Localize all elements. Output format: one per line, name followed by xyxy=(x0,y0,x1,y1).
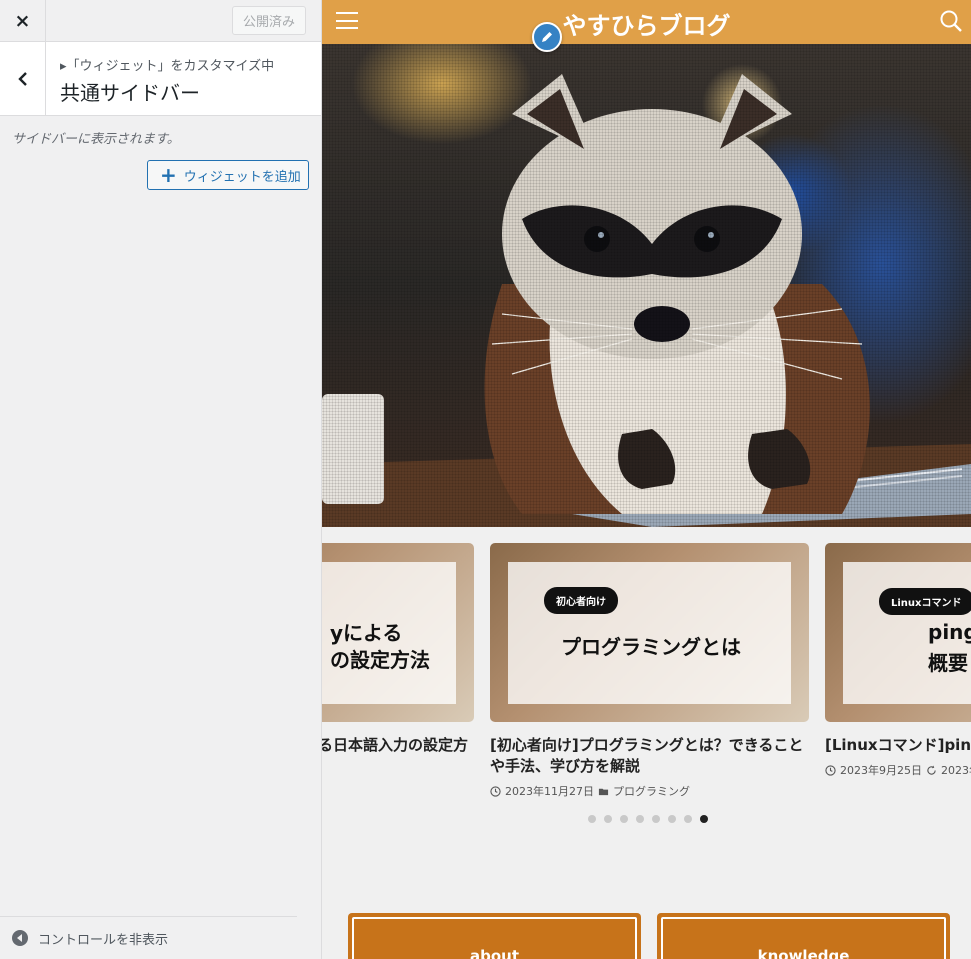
arrow-left-circle-icon xyxy=(12,930,28,946)
publish-button[interactable]: 公開済み xyxy=(232,6,306,35)
slider-dot[interactable] xyxy=(604,815,612,823)
section-title: 共通サイドバー xyxy=(60,81,200,105)
post-thumbnail[interactable]: yによる の設定方法 xyxy=(322,543,474,722)
thumb-text: プログラミングとは xyxy=(561,635,741,659)
post-title[interactable]: [Linuxコマンド]ping xyxy=(825,735,971,756)
post-thumbnail[interactable]: Linuxコマンド ping 概要 xyxy=(825,543,971,722)
slider-dot[interactable] xyxy=(668,815,676,823)
hide-controls-label: コントロールを非表示 xyxy=(38,932,169,948)
post-thumbnail[interactable]: 初心者向け プログラミングとは xyxy=(490,543,809,722)
site-title[interactable]: やすひらブログ xyxy=(322,6,971,41)
hero-image xyxy=(322,44,971,527)
slider-pagination xyxy=(588,815,708,823)
thumb-text-line2: の設定方法 xyxy=(330,648,430,672)
customizer-panel: × 公開済み ▸「ウィジェット」をカスタマイズ中 共通サイドバー サイドバーに表… xyxy=(0,0,322,959)
add-widget-button[interactable]: + ウィジェットを追加 xyxy=(147,160,309,190)
thumb-text-line2: 概要 xyxy=(928,651,968,675)
menu-box-label: knowledge xyxy=(757,947,850,959)
thumb-text-line1: ping xyxy=(928,620,971,644)
post-title[interactable]: [初心者向け]プログラミングとは？できることや手法、学び方を解説 xyxy=(490,735,810,777)
post-card[interactable]: yによる の設定方法 る日本語入力の設定方 xyxy=(322,543,475,756)
slider-dot[interactable] xyxy=(636,815,644,823)
category-tag: Linuxコマンド xyxy=(879,588,971,615)
section-description: サイドバーに表示されます。 xyxy=(12,132,180,147)
slider-dot[interactable] xyxy=(588,815,596,823)
menu-box-knowledge[interactable]: knowledge xyxy=(657,913,950,959)
slider-dot-active[interactable] xyxy=(700,815,708,823)
post-title[interactable]: る日本語入力の設定方 xyxy=(322,735,475,756)
site-header: やすひらブログ xyxy=(322,0,971,44)
post-card[interactable]: 初心者向け プログラミングとは [初心者向け]プログラミングとは？できることや手… xyxy=(490,543,810,799)
post-meta: 2023年9月25日 2023年 xyxy=(825,762,971,778)
pencil-icon xyxy=(542,32,552,42)
breadcrumb: ▸「ウィジェット」をカスタマイズ中 xyxy=(60,59,275,74)
slider-dot[interactable] xyxy=(652,815,660,823)
edit-shortcut-button[interactable] xyxy=(532,22,562,52)
hide-controls-button[interactable]: コントロールを非表示 xyxy=(0,916,297,959)
close-customizer-button[interactable]: × xyxy=(0,0,46,42)
plus-icon: + xyxy=(160,163,177,187)
clock-icon xyxy=(490,785,501,797)
site-preview: やすひらブログ yによる の設定方法 る日本語入力の設定方 初心者向け プログラ… xyxy=(322,0,971,959)
folder-icon xyxy=(598,788,609,795)
refresh-icon xyxy=(927,764,936,775)
back-button[interactable] xyxy=(0,42,46,116)
slider-dot[interactable] xyxy=(684,815,692,823)
slider-dot[interactable] xyxy=(620,815,628,823)
post-card[interactable]: Linuxコマンド ping 概要 [Linuxコマンド]ping 2023年9… xyxy=(825,543,971,778)
post-date: 2023年9月25日 xyxy=(840,764,922,777)
chevron-left-icon xyxy=(17,72,27,86)
category-tag: 初心者向け xyxy=(544,587,618,614)
thumb-text-line1: yによる xyxy=(330,621,403,645)
post-date: 2023年11月27日 xyxy=(505,785,594,798)
section-header: ▸「ウィジェット」をカスタマイズ中 共通サイドバー xyxy=(0,42,321,116)
menu-box-label: about xyxy=(469,947,519,959)
post-category[interactable]: プログラミング xyxy=(613,783,690,799)
menu-box-about[interactable]: about xyxy=(348,913,641,959)
post-updated: 2023年 xyxy=(941,764,971,777)
search-icon[interactable] xyxy=(939,9,963,33)
post-meta: 2023年11月27日 プログラミング xyxy=(490,783,810,799)
add-widget-label: ウィジェットを追加 xyxy=(183,169,301,185)
clock-icon xyxy=(825,764,836,776)
customizer-header: × 公開済み xyxy=(0,0,321,42)
